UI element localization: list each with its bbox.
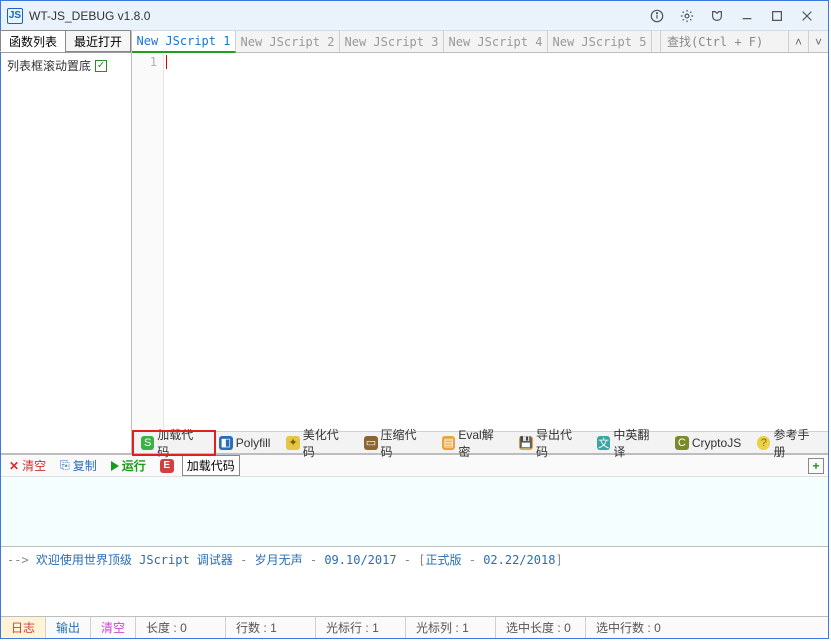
load-icon: S xyxy=(141,436,154,450)
cryptojs-button[interactable]: CCryptoJS xyxy=(668,434,748,452)
close-button[interactable] xyxy=(792,2,822,30)
status-cursor-col: 光标列 : 1 xyxy=(406,617,496,638)
checkbox-icon: ✓ xyxy=(95,60,107,72)
status-cursor-row: 光标行 : 1 xyxy=(316,617,406,638)
export-icon: 💾 xyxy=(519,436,533,450)
status-bar: 日志 输出 清空 长度 : 0 行数 : 1 光标行 : 1 光标列 : 1 选… xyxy=(1,616,828,638)
sidebar-tab-functions[interactable]: 函数列表 xyxy=(0,30,66,52)
search-input[interactable]: 查找(Ctrl + F) xyxy=(660,31,788,52)
maximize-button[interactable] xyxy=(762,2,792,30)
polyfill-button[interactable]: ◧Polyfill xyxy=(212,434,278,452)
status-length: 长度 : 0 xyxy=(136,617,226,638)
help-icon: ? xyxy=(757,436,770,450)
titlebar: JS WT-JS_DEBUG v1.8.0 xyxy=(1,1,828,31)
play-icon xyxy=(111,461,119,471)
beautify-button[interactable]: ✦美化代码 xyxy=(279,424,355,462)
output-copy-button[interactable]: ⎘复制 xyxy=(56,456,101,475)
translate-icon: 文 xyxy=(597,436,610,450)
text-caret xyxy=(166,55,167,69)
file-tab-3[interactable]: New JScript 3 xyxy=(340,31,444,52)
polyfill-icon: ◧ xyxy=(219,436,233,450)
bottom-tab-log[interactable]: 日志 xyxy=(1,617,46,638)
file-tab-4[interactable]: New JScript 4 xyxy=(444,31,548,52)
app-window: JS WT-JS_DEBUG v1.8.0 函数列表 最近打开 列表框滚动置底 … xyxy=(0,0,829,639)
beautify-icon: ✦ xyxy=(286,436,299,450)
crypto-icon: C xyxy=(675,436,689,450)
sidebar-list xyxy=(1,78,131,453)
file-tab-2[interactable]: New JScript 2 xyxy=(236,31,340,52)
file-tab-5[interactable]: New JScript 5 xyxy=(548,31,652,52)
eval-decrypt-button[interactable]: ▤Eval解密 xyxy=(435,424,510,462)
minify-button[interactable]: ▭压缩代码 xyxy=(357,424,433,462)
sidebar-tab-recent[interactable]: 最近打开 xyxy=(65,30,131,52)
log-panel: --> 欢迎使用世界顶级 JScript 调试器 - 岁月无声 - 09.10/… xyxy=(1,546,828,616)
status-sel-length: 选中长度 : 0 xyxy=(496,617,586,638)
eval-icon: ▤ xyxy=(442,436,455,450)
file-tabstrip: New JScript 1 New JScript 2 New JScript … xyxy=(132,31,828,53)
info-icon[interactable] xyxy=(642,2,672,30)
editor-toolbar: S加载代码 ◧Polyfill ✦美化代码 ▭压缩代码 ▤Eval解密 💾导出代… xyxy=(132,431,828,453)
settings-icon[interactable] xyxy=(672,2,702,30)
sidebar: 函数列表 最近打开 列表框滚动置底 ✓ xyxy=(1,31,132,453)
bottom-tab-output[interactable]: 输出 xyxy=(46,617,91,638)
status-sel-lines: 选中行数 : 0 xyxy=(586,617,676,638)
app-title: WT-JS_DEBUG v1.8.0 xyxy=(29,9,150,23)
sidebar-scroll-bottom-label: 列表框滚动置底 xyxy=(7,57,91,74)
tab-scroll-down-icon[interactable]: ˅ xyxy=(808,31,828,52)
export-code-button[interactable]: 💾导出代码 xyxy=(512,424,588,462)
load-code-button[interactable]: S加载代码 xyxy=(134,424,210,462)
status-lines: 行数 : 1 xyxy=(226,617,316,638)
x-icon: ✕ xyxy=(9,459,19,473)
app-icon: JS xyxy=(7,8,23,24)
output-panel: ✕清空 ⎘复制 运行 E 加载代码 + xyxy=(1,454,828,546)
sidebar-scroll-bottom-option[interactable]: 列表框滚动置底 ✓ xyxy=(1,53,131,78)
code-editor[interactable]: 1 xyxy=(132,53,828,431)
editor-area: New JScript 1 New JScript 2 New JScript … xyxy=(132,31,828,453)
log-body[interactable]: --> 欢迎使用世界顶级 JScript 调试器 - 岁月无声 - 09.10/… xyxy=(1,547,828,616)
reference-button[interactable]: ?参考手册 xyxy=(750,424,826,462)
copy-icon: ⎘ xyxy=(60,458,70,473)
minify-icon: ▭ xyxy=(364,436,377,450)
bottom-tab-clear[interactable]: 清空 xyxy=(91,617,136,638)
output-clear-button[interactable]: ✕清空 xyxy=(5,456,50,475)
tab-scroll-up-icon[interactable]: ˄ xyxy=(788,31,808,52)
minimize-button[interactable] xyxy=(732,2,762,30)
line-number: 1 xyxy=(132,55,157,69)
translate-button[interactable]: 文中英翻译 xyxy=(590,424,666,462)
file-tab-1[interactable]: New JScript 1 xyxy=(132,31,236,53)
output-body[interactable] xyxy=(1,477,828,546)
line-gutter: 1 xyxy=(132,53,164,431)
theme-icon[interactable] xyxy=(702,2,732,30)
